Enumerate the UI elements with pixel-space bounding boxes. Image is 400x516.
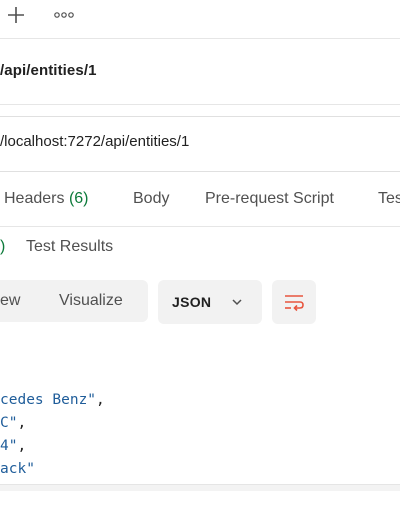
wrap-lines-button[interactable] — [272, 280, 316, 324]
json-string: C" — [0, 415, 18, 431]
tab-test-results[interactable]: Test Results — [26, 238, 113, 256]
json-punctuation: , — [17, 415, 27, 431]
app-root: /api/entities/1 /localhost:7272/api/enti… — [0, 0, 400, 516]
response-tab-count-partial[interactable]: ) — [0, 238, 5, 256]
format-select-value: JSON — [172, 294, 212, 310]
tab-tests[interactable]: Tes — [378, 190, 400, 208]
tab-headers-count: (6) — [68, 190, 89, 207]
tab-headers[interactable]: Headers (6) — [4, 190, 89, 208]
json-string: 4" — [0, 438, 18, 454]
tabs-divider — [0, 226, 400, 227]
code-line: cedes Benz", — [0, 392, 105, 408]
view-visualize-button[interactable]: Visualize — [59, 292, 123, 310]
json-string: ack" — [0, 461, 35, 477]
plus-icon[interactable] — [4, 3, 28, 27]
tab-strip — [0, 0, 400, 34]
url-input[interactable]: /localhost:7272/api/entities/1 — [0, 133, 189, 150]
chevron-down-icon — [230, 295, 244, 309]
json-string: cedes Benz" — [0, 392, 97, 408]
code-line: 4", — [0, 438, 26, 454]
request-title[interactable]: /api/entities/1 — [0, 62, 97, 79]
ellipsis-icon[interactable] — [52, 3, 76, 27]
tab-strip-divider — [0, 38, 400, 39]
tab-pre-request-script[interactable]: Pre-request Script — [205, 190, 334, 208]
json-punctuation: , — [17, 438, 27, 454]
tab-headers-label: Headers — [4, 190, 65, 207]
tab-body[interactable]: Body — [133, 190, 169, 208]
response-bottom-border — [0, 484, 400, 491]
view-pretty-button[interactable]: ew — [0, 292, 20, 310]
code-line: C", — [0, 415, 26, 431]
title-divider — [0, 104, 400, 105]
code-line: ack" — [0, 461, 35, 477]
json-punctuation: , — [96, 392, 105, 408]
